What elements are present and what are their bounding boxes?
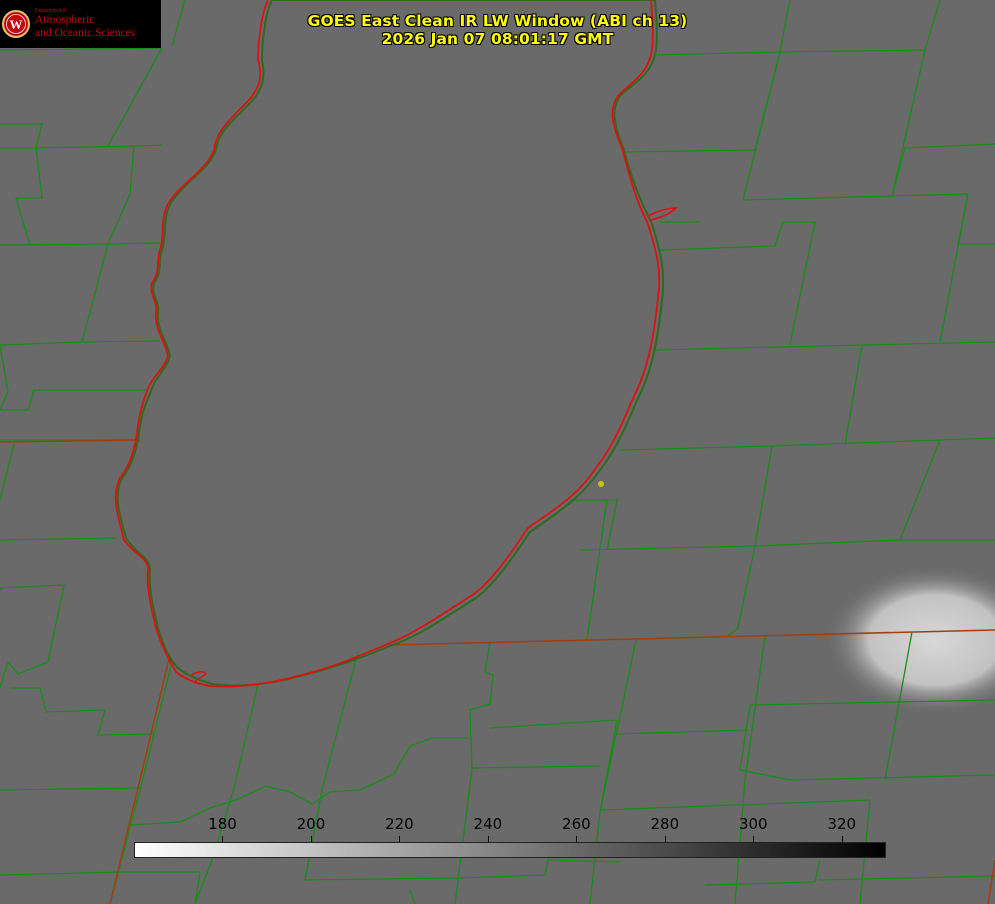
colorbar-tick-mark bbox=[664, 836, 666, 842]
colorbar-tick-label: 280 bbox=[650, 815, 680, 833]
image-title: GOES East Clean IR LW Window (ABI ch 13) bbox=[307, 12, 688, 30]
colorbar-tick-label: 260 bbox=[562, 815, 591, 833]
ir-background bbox=[0, 0, 995, 904]
colorbar-tick-mark bbox=[753, 836, 755, 842]
colorbar-tick-mark bbox=[310, 836, 312, 842]
colorbar-tick-label: 180 bbox=[208, 815, 237, 833]
satellite-map bbox=[0, 0, 995, 904]
colorbar-tick-label: 320 bbox=[827, 815, 857, 833]
colorbar-tick-mark bbox=[487, 836, 489, 842]
colorbar-tick-mark bbox=[841, 836, 843, 842]
image-timestamp: 2026 Jan 07 08:01:17 GMT bbox=[381, 30, 614, 48]
colorbar-tick-mark bbox=[399, 836, 401, 842]
location-marker bbox=[598, 481, 604, 487]
colorbar-tick-label: 200 bbox=[296, 815, 326, 833]
temperature-colorbar bbox=[134, 842, 886, 858]
colorbar-tick-mark bbox=[222, 836, 224, 842]
colorbar-tick-mark bbox=[576, 836, 578, 842]
colorbar-tick-label: 240 bbox=[473, 815, 503, 833]
colorbar-tick-label: 220 bbox=[385, 815, 414, 833]
colorbar-tick-label: 300 bbox=[738, 815, 768, 833]
